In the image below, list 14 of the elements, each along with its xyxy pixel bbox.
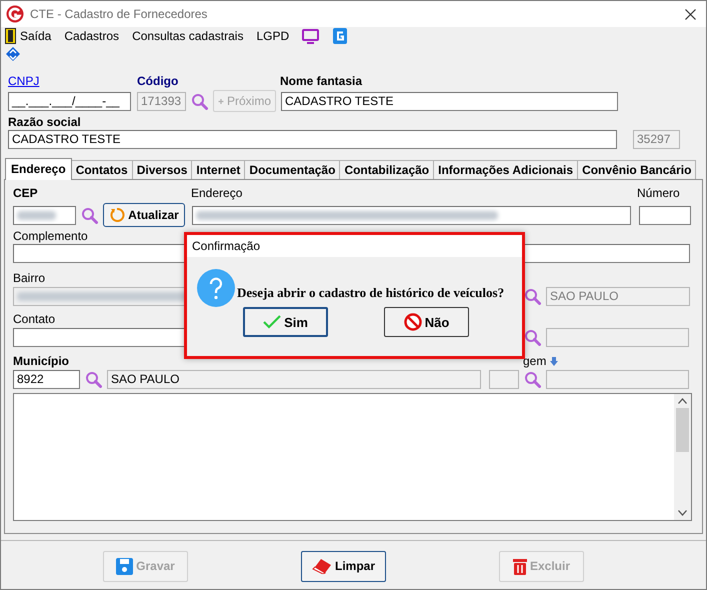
field-label: Endereço (191, 186, 244, 200)
dialog-message: Deseja abrir o cadastro de histórico de veículos? (237, 285, 504, 301)
field-label: Código (137, 74, 180, 88)
field-label: Complemento (13, 229, 88, 243)
field-label: gem (523, 354, 546, 368)
field-label: Nome fantasia (280, 74, 362, 88)
dialog-title: Confirmação (192, 239, 260, 253)
field-label: Contato (13, 312, 56, 326)
field-label: Município (13, 354, 70, 368)
field-label: CEP (13, 186, 39, 200)
field-label: Razão social (8, 115, 81, 129)
field-label: Bairro (13, 271, 46, 285)
field-label: Número (637, 186, 680, 200)
window-title: CTE - Cadastro de Fornecedores (30, 7, 208, 21)
